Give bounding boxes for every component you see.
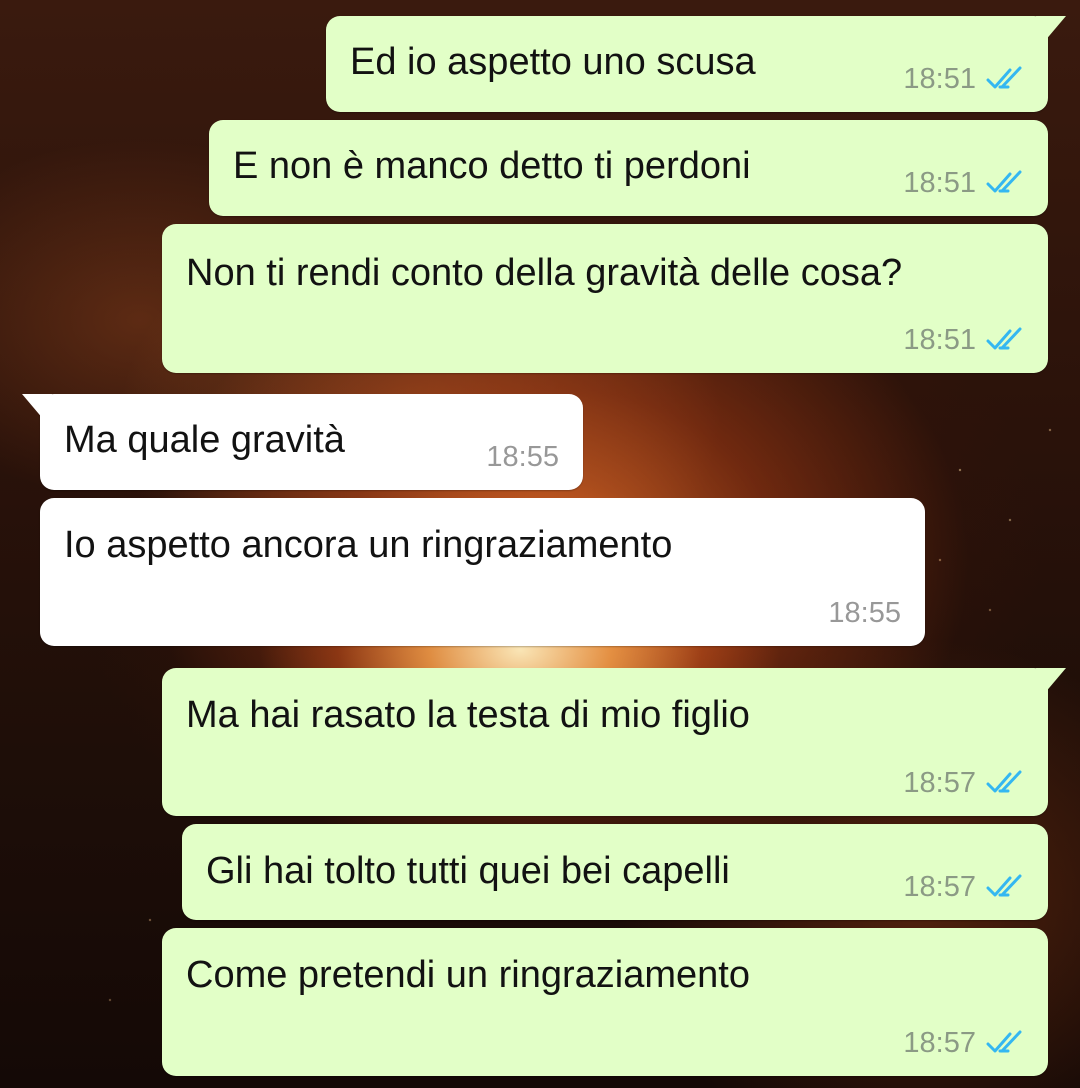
message-text: Ma quale gravità [64,419,345,461]
message-list[interactable]: Ed io aspetto uno scusa 18:51 E non è ma… [0,0,1080,1088]
double-check-icon [986,1030,1022,1053]
double-check-icon [986,170,1022,193]
message-time: 18:57 [903,871,976,903]
message-bubble-incoming[interactable]: Io aspetto ancora un ringraziamento 18:5… [40,498,925,646]
message-time: 18:55 [486,441,559,473]
message-text: E non è manco detto ti perdoni [233,145,751,187]
double-check-icon [986,66,1022,89]
message-bubble-incoming[interactable]: Ma quale gravità 18:55 [22,394,583,490]
message-meta: 18:51 [903,323,1024,357]
bubble-tail [22,394,52,420]
message-time: 18:55 [828,597,901,629]
message-time: 18:57 [903,767,976,799]
message-meta: 18:57 [903,1026,1024,1060]
message-time: 18:51 [903,324,976,356]
message-text: Come pretendi un ringraziamento [186,954,750,996]
message-bubble-outgoing[interactable]: Ma hai rasato la testa di mio figlio 18:… [162,668,1066,816]
message-bubble-outgoing[interactable]: Ed io aspetto uno scusa 18:51 [326,16,1066,112]
bubble-tail [1036,16,1066,42]
message-text: Gli hai tolto tutti quei bei capelli [206,850,730,892]
message-text: Ma hai rasato la testa di mio figlio [186,694,750,736]
message-meta: 18:57 [903,766,1024,800]
message-time: 18:51 [903,167,976,199]
message-time: 18:51 [903,63,976,95]
message-meta: 18:55 [486,440,559,474]
message-bubble-outgoing[interactable]: Non ti rendi conto della gravità delle c… [162,224,1048,373]
message-time: 18:57 [903,1027,976,1059]
message-meta: 18:51 [903,62,1024,96]
double-check-icon [986,770,1022,793]
message-text: Io aspetto ancora un ringraziamento [64,524,673,566]
message-bubble-outgoing[interactable]: Come pretendi un ringraziamento 18:57 [162,928,1048,1076]
message-bubble-outgoing[interactable]: Gli hai tolto tutti quei bei capelli 18:… [182,824,1048,920]
message-text: Non ti rendi conto della gravità delle c… [186,252,903,294]
double-check-icon [986,874,1022,897]
message-meta: 18:55 [828,596,901,630]
double-check-icon [986,327,1022,350]
message-meta: 18:57 [903,870,1024,904]
message-text: Ed io aspetto uno scusa [350,41,756,83]
message-bubble-outgoing[interactable]: E non è manco detto ti perdoni 18:51 [209,120,1048,216]
bubble-tail [1036,668,1066,694]
message-meta: 18:51 [903,166,1024,200]
